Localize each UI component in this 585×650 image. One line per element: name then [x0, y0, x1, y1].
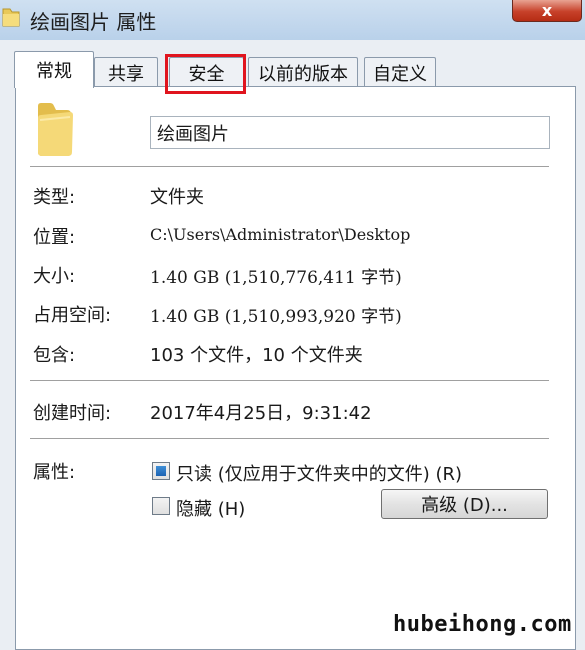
created-value: 2017年4月25日，9:31:42 — [150, 403, 372, 424]
readonly-checkbox[interactable] — [152, 462, 170, 480]
separator — [30, 380, 549, 381]
security-tab-highlight — [165, 54, 246, 94]
tab-sharing[interactable]: 共享 — [94, 57, 158, 87]
contains-value: 103 个文件，10 个文件夹 — [150, 345, 363, 366]
hidden-label: 隐藏 (H) — [176, 499, 246, 520]
size-on-disk-value: 1.40 GB (1,510,993,920 字节) — [150, 307, 402, 327]
tab-customize[interactable]: 自定义 — [364, 57, 436, 87]
created-label: 创建时间: — [33, 403, 112, 424]
tab-general[interactable]: 常规 — [14, 51, 94, 88]
tab-previous-versions[interactable]: 以前的版本 — [248, 57, 358, 87]
separator — [30, 438, 549, 439]
readonly-label: 只读 (仅应用于文件夹中的文件) (R) — [176, 464, 463, 485]
separator — [30, 166, 549, 167]
location-label: 位置: — [33, 227, 76, 248]
type-label: 类型: — [33, 187, 76, 208]
location-value: C:\Users\Administrator\Desktop — [150, 225, 411, 244]
folder-large-icon — [38, 103, 73, 156]
watermark-text: hubeihong.com — [393, 612, 572, 637]
close-icon: x — [541, 0, 553, 20]
attributes-label: 属性: — [33, 462, 76, 483]
folder-name-field[interactable]: 绘画图片 — [150, 116, 550, 149]
general-panel — [15, 86, 576, 650]
hidden-checkbox[interactable] — [152, 497, 170, 515]
type-value: 文件夹 — [150, 187, 204, 208]
close-button[interactable]: x — [512, 0, 582, 22]
size-label: 大小: — [33, 266, 76, 287]
contains-label: 包含: — [33, 345, 76, 366]
window-title: 绘画图片 属性 — [30, 10, 157, 34]
size-value: 1.40 GB (1,510,776,411 字节) — [150, 268, 402, 288]
advanced-button[interactable]: 高级 (D)... — [381, 489, 548, 519]
folder-icon — [2, 8, 20, 27]
title-bar: 绘画图片 属性 x — [0, 0, 585, 40]
size-on-disk-label: 占用空间: — [33, 305, 112, 326]
